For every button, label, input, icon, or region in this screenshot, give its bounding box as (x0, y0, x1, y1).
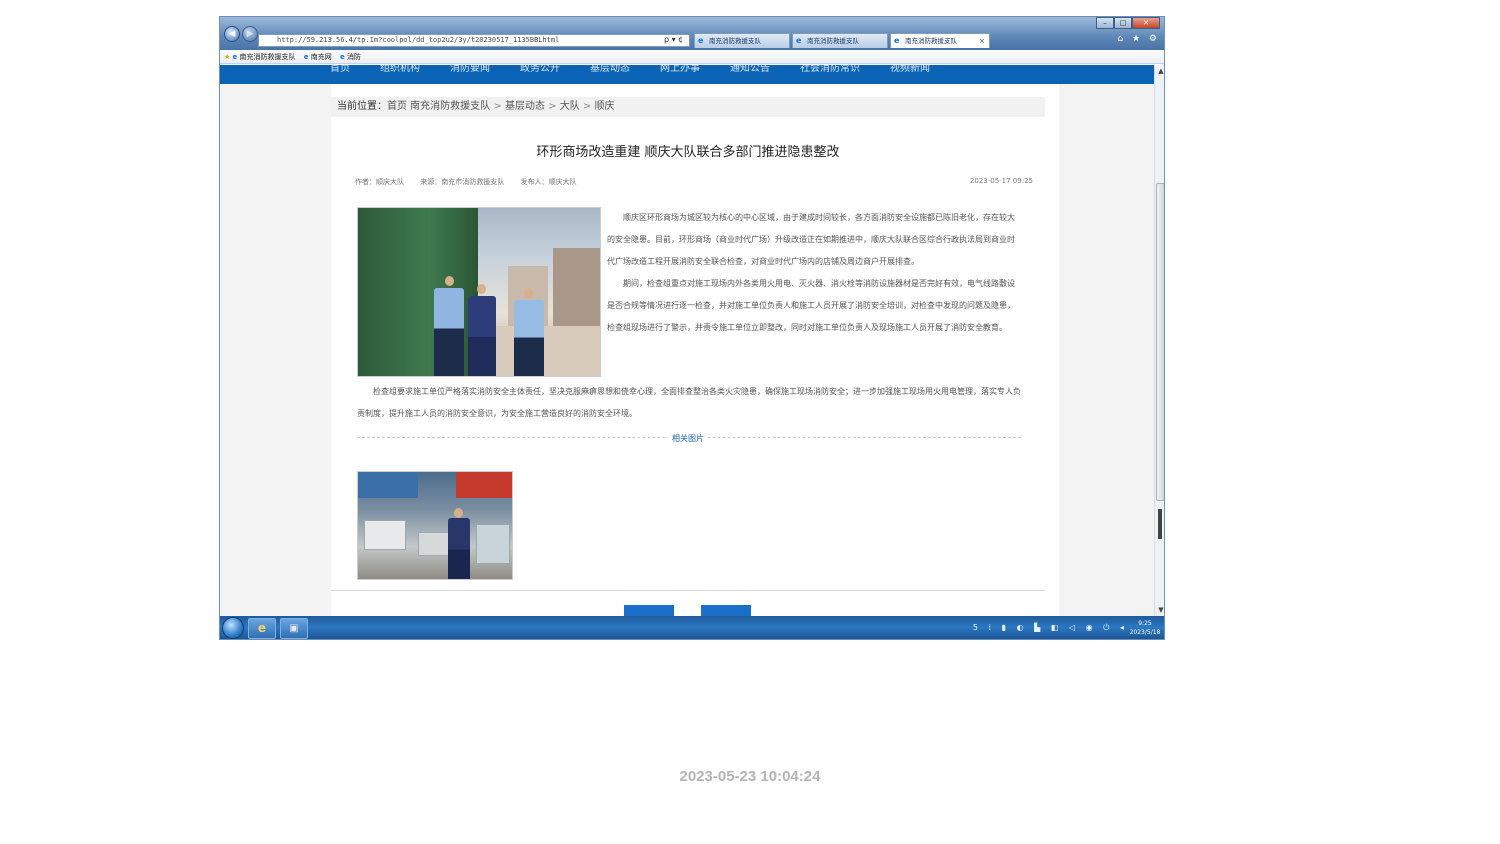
next-article-button[interactable] (701, 605, 751, 616)
timestamp-watermark: 2023-05-23 10:04:24 (679, 768, 821, 785)
ie-icon: e (303, 53, 309, 61)
tab-1[interactable]: 南充消防救援支队 (694, 33, 790, 48)
article-body-wrapped: 顺庆区环形商场为城区较为核心的中心区域，由于建成时间较长，各方面消防安全设施都已… (607, 207, 1021, 339)
tab-3-active[interactable]: 南充消防救援支队× (890, 33, 990, 48)
favorite-link-1[interactable]: e 南充消防救援支队 (233, 53, 296, 61)
taskbar-clock[interactable]: 9:25 2023/5/18 (1128, 619, 1162, 637)
related-photos-heading: 相关图片 (331, 433, 1045, 444)
app-icon: ▣ (289, 623, 299, 634)
photo-display-case (476, 524, 510, 564)
nav-item-news[interactable]: 消防要闻 (450, 65, 490, 74)
nav-item-affairs[interactable]: 政务公开 (520, 65, 560, 74)
article-page: 当前位置：首页 南充消防救援支队 > 基层动态 > 大队 > 顺庆 环形商场改造… (331, 84, 1059, 616)
close-button[interactable]: ✕ (1132, 17, 1160, 29)
browser-title-bar: ◀ ▶ http://59.213.56.4/tp.Im?coolpol/dd_… (220, 17, 1164, 50)
breadcrumb-shunqing[interactable]: 顺庆 (594, 101, 614, 112)
back-button[interactable]: ◀ (224, 26, 240, 42)
article-publisher: 发布人：顺庆大队 (520, 178, 577, 186)
photo-person-head (477, 284, 486, 294)
clock-time: 9:25 (1138, 620, 1152, 627)
scroll-down-icon[interactable]: ▼ (1155, 604, 1164, 616)
scroll-marker (1158, 509, 1162, 539)
article-source: 来源：南充市消防救援支队 (420, 178, 505, 186)
taskbar-app-button[interactable]: ▣ (280, 618, 308, 639)
photo-police-officer (434, 288, 464, 376)
clock-date: 2023/5/18 (1129, 629, 1161, 636)
site-nav-bar: 首页 组织机构 消防要闻 政务公开 基层动态 网上办事 通知公告 社会消防常识 … (220, 65, 1154, 84)
nav-item-grassroots[interactable]: 基层动态 (590, 65, 630, 74)
nav-item-org[interactable]: 组织机构 (380, 65, 420, 74)
photo-display-case (364, 520, 406, 550)
photo-police-officer (514, 300, 544, 376)
content-divider (331, 590, 1045, 591)
article-author: 作者：顺庆大队 (355, 178, 404, 186)
minimize-button[interactable]: – (1096, 17, 1114, 29)
article-paragraph-3: 检查组要求施工单位严格落实消防安全主体责任，坚决克服麻痹思想和侥幸心理，全面排查… (357, 387, 1021, 418)
page-viewport: 首页 组织机构 消防要闻 政务公开 基层动态 网上办事 通知公告 社会消防常识 … (220, 65, 1154, 616)
system-tray-icons[interactable]: 5 ⁞ ▮ ◐ ▙ ◧ ◁ ◉ ⏻ ◂ (973, 623, 1128, 633)
photo-person-head (524, 288, 533, 298)
address-tools[interactable]: ρ ▾ ¢ (664, 34, 683, 46)
site-nav-items: 首页 组织机构 消防要闻 政务公开 基层动态 网上办事 通知公告 社会消防常识 … (330, 65, 930, 74)
forward-button[interactable]: ▶ (242, 26, 258, 42)
article-photo-inspection (357, 207, 601, 377)
related-photo-shop[interactable] (357, 471, 513, 580)
home-favorites-tools-icons[interactable]: ⌂ ★ ⚙ (1117, 34, 1160, 44)
nav-item-online-service[interactable]: 网上办事 (660, 65, 700, 74)
prev-article-button[interactable] (624, 605, 674, 616)
breadcrumb-grassroots[interactable]: 基层动态 (505, 101, 545, 112)
favorite-link-3[interactable]: e 消防 (340, 53, 361, 61)
photo-building (553, 248, 600, 326)
photo-shop-sign (358, 472, 418, 498)
photo-person-head (454, 508, 463, 518)
ie-icon: e (232, 53, 238, 61)
favorites-bar: ★ e 南充消防救援支队 e 南充网 e 消防 (220, 50, 1164, 64)
article-meta: 作者：顺庆大队 来源：南充市消防救援支队 发布人：顺庆大队 (355, 177, 590, 187)
nav-item-home[interactable]: 首页 (330, 65, 350, 74)
nav-item-knowledge[interactable]: 社会消防常识 (800, 65, 860, 74)
scroll-thumb[interactable] (1156, 183, 1164, 501)
favorite-link-2[interactable]: e 南充网 (304, 53, 332, 61)
photo-person-head (445, 276, 454, 286)
article-paragraph-1: 顺庆区环形商场为城区较为核心的中心区域，由于建成时间较长，各方面消防安全设施都已… (607, 213, 1015, 266)
maximize-button[interactable]: □ (1114, 17, 1132, 29)
photo-firefighter (448, 518, 470, 579)
tab-2[interactable]: 南充消防救援支队 (792, 33, 888, 48)
article-paragraph-2: 期间，检查组重点对施工现场内外各类用火用电、灭火器、消火栓等消防设施器材是否完好… (607, 279, 1015, 332)
nav-item-video[interactable]: 视频新闻 (890, 65, 930, 74)
ie-icon: e (339, 53, 345, 61)
breadcrumb-brigade[interactable]: 大队 (560, 101, 580, 112)
screen: ◀ ▶ http://59.213.56.4/tp.Im?coolpol/dd_… (219, 16, 1165, 640)
ie-icon: e (257, 621, 267, 635)
page-background-left (220, 84, 331, 616)
breadcrumb-home[interactable]: 首页 南充消防救援支队 (387, 101, 490, 112)
window-controls: – □ ✕ (1096, 17, 1160, 29)
article-title: 环形商场改造重建 顺庆大队联合多部门推进隐患整改 (536, 145, 840, 160)
taskbar: e ▣ 5 ⁞ ▮ ◐ ▙ ◧ ◁ ◉ ⏻ ◂ 9:25 2023/5/18 (220, 616, 1164, 639)
favorites-star-icon[interactable]: ★ (224, 53, 230, 61)
tab-close-icon[interactable]: × (979, 34, 985, 48)
scroll-up-icon[interactable]: ▲ (1155, 65, 1164, 77)
vertical-scrollbar[interactable]: ▲ ▼ (1154, 65, 1164, 616)
article-date: 2023-05-17 09:25 (969, 177, 1033, 185)
nav-item-notices[interactable]: 通知公告 (730, 65, 770, 74)
start-button[interactable] (222, 617, 244, 639)
breadcrumb: 当前位置：首页 南充消防救援支队 > 基层动态 > 大队 > 顺庆 (331, 97, 1045, 117)
photo-shop-sign (456, 472, 512, 498)
page-background-right (1059, 84, 1154, 616)
taskbar-ie-button[interactable]: e (248, 618, 276, 639)
address-bar[interactable]: http://59.213.56.4/tp.Im?coolpol/dd_top2… (258, 34, 690, 47)
photo-firefighter (468, 296, 496, 376)
